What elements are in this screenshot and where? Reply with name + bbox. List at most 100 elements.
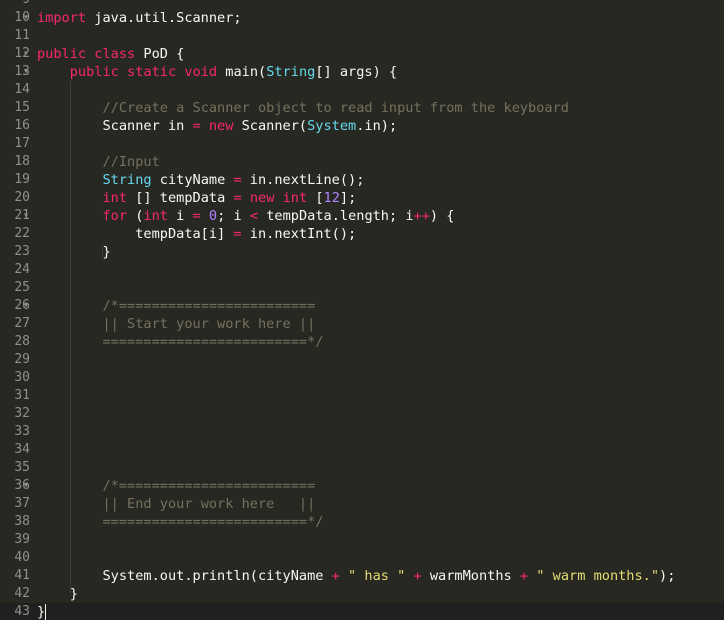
fold-arrow-icon[interactable] <box>21 153 31 171</box>
fold-arrow-icon[interactable] <box>21 189 31 207</box>
fold-arrow-icon[interactable]: ▾ <box>21 207 31 225</box>
code-line[interactable]: 34 <box>0 441 724 459</box>
code-token: main( <box>217 64 267 80</box>
code-text: //Create a Scanner object to read input … <box>37 99 569 117</box>
code-token: warmMonths <box>421 568 520 584</box>
fold-arrow-icon[interactable] <box>21 423 31 441</box>
code-line[interactable]: 9 <box>0 0 724 9</box>
fold-arrow-icon[interactable] <box>21 369 31 387</box>
code-line[interactable]: 30 <box>0 369 724 387</box>
fold-arrow-icon[interactable] <box>21 99 31 117</box>
fold-arrow-icon[interactable]: ▾ <box>21 297 31 315</box>
code-line[interactable]: 41 System.out.println(cityName + " has "… <box>0 567 724 585</box>
fold-arrow-icon[interactable] <box>21 81 31 99</box>
code-line[interactable]: 32 <box>0 405 724 423</box>
code-token: public <box>69 64 119 80</box>
code-token: ; i <box>217 208 250 224</box>
code-line[interactable]: 22 tempData[i] = in.nextInt(); <box>0 225 724 243</box>
code-text: } <box>37 603 47 620</box>
code-line[interactable]: 14 <box>0 81 724 99</box>
fold-arrow-icon[interactable] <box>21 315 31 333</box>
code-line[interactable]: 12 ▾ public class PoD { <box>0 45 724 63</box>
fold-arrow-icon[interactable] <box>21 513 31 531</box>
fold-arrow-icon[interactable] <box>21 279 31 297</box>
code-line[interactable]: 38 =========================*/ <box>0 513 724 531</box>
fold-arrow-icon[interactable]: ▾ <box>21 45 31 63</box>
code-line[interactable]: 39 <box>0 531 724 549</box>
code-token: ); <box>659 568 676 584</box>
code-line[interactable]: 40 <box>0 549 724 567</box>
code-token: new <box>208 118 234 134</box>
code-line[interactable]: 27 || Start your work here || <box>0 315 724 333</box>
fold-arrow-icon[interactable] <box>21 135 31 153</box>
code-token: new <box>249 190 275 206</box>
code-line[interactable]: 16 Scanner in = new Scanner(System.in); <box>0 117 724 135</box>
code-line[interactable]: 13 ▾ public static void main(String[] arg… <box>0 63 724 81</box>
code-line[interactable]: 10 ▾ import java.util.Scanner; <box>0 9 724 27</box>
code-text: /*======================== <box>37 297 315 315</box>
code-token: Scanner in <box>37 118 193 134</box>
fold-arrow-icon[interactable] <box>21 225 31 243</box>
code-token: ) { <box>429 208 455 224</box>
code-line[interactable]: 11 <box>0 27 724 45</box>
code-token: /*======================== <box>102 298 316 314</box>
fold-arrow-icon[interactable]: ▾ <box>21 63 31 81</box>
code-line[interactable]: 19 String cityName = in.nextLine(); <box>0 171 724 189</box>
fold-arrow-icon[interactable] <box>21 117 31 135</box>
code-line[interactable]: 42 } <box>0 585 724 603</box>
code-line[interactable]: 15 //Create a Scanner object to read inp… <box>0 99 724 117</box>
fold-arrow-icon[interactable]: ▾ <box>21 477 31 495</box>
fold-arrow-icon[interactable] <box>21 0 31 9</box>
fold-arrow-icon[interactable] <box>21 459 31 477</box>
code-line[interactable]: 31 <box>0 387 724 405</box>
code-text: Scanner in = new Scanner(System.in); <box>37 117 397 135</box>
fold-arrow-icon[interactable] <box>21 387 31 405</box>
code-text: || Start your work here || <box>37 315 315 333</box>
code-line[interactable]: 28 =========================*/ <box>0 333 724 351</box>
code-token: } <box>37 244 111 260</box>
fold-arrow-icon[interactable] <box>21 333 31 351</box>
code-token: [ <box>307 190 324 206</box>
fold-arrow-icon[interactable] <box>21 351 31 369</box>
code-line[interactable]: 24 <box>0 261 724 279</box>
code-line[interactable]: 23 } <box>0 243 724 261</box>
code-token: " has " <box>348 568 406 584</box>
code-text: } <box>37 243 111 261</box>
code-line[interactable]: 33 <box>0 423 724 441</box>
code-text: } <box>37 585 78 603</box>
fold-arrow-icon[interactable] <box>21 603 31 620</box>
code-token: + <box>519 568 529 584</box>
fold-arrow-icon[interactable] <box>21 243 31 261</box>
code-line[interactable]: 29 <box>0 351 724 369</box>
fold-arrow-icon[interactable] <box>21 567 31 585</box>
fold-arrow-icon[interactable] <box>21 171 31 189</box>
code-line[interactable]: 25 <box>0 279 724 297</box>
code-token: //Create a Scanner object to read input … <box>102 100 569 116</box>
code-token: + <box>331 568 340 584</box>
code-token: cityName <box>151 172 234 188</box>
code-token: [] tempData <box>127 190 234 206</box>
code-line[interactable]: 36 ▾ /*======================== <box>0 477 724 495</box>
code-line[interactable]: 43} <box>0 603 724 620</box>
fold-arrow-icon[interactable] <box>21 585 31 603</box>
code-line[interactable]: 37 || End your work here || <box>0 495 724 513</box>
code-line[interactable]: 20 int [] tempData = new int [12]; <box>0 189 724 207</box>
code-token: public <box>37 46 87 62</box>
code-line[interactable]: 17 <box>0 135 724 153</box>
code-line[interactable]: 18 //Input <box>0 153 724 171</box>
fold-arrow-icon[interactable]: ▾ <box>21 9 31 27</box>
fold-arrow-icon[interactable] <box>21 261 31 279</box>
fold-arrow-icon[interactable] <box>21 441 31 459</box>
fold-arrow-icon[interactable] <box>21 549 31 567</box>
code-token: ]; <box>339 190 357 206</box>
code-line[interactable]: 35 <box>0 459 724 477</box>
code-line[interactable]: 26 ▾ /*======================== <box>0 297 724 315</box>
code-editor[interactable]: 910▾import java.util.Scanner;1112▾public… <box>0 0 724 620</box>
fold-arrow-icon[interactable] <box>21 531 31 549</box>
fold-arrow-icon[interactable] <box>21 27 31 45</box>
code-token: || End your work here || <box>102 496 316 512</box>
fold-arrow-icon[interactable] <box>21 405 31 423</box>
fold-arrow-icon[interactable] <box>21 495 31 513</box>
code-line[interactable]: 21 ▾ for (int i = 0; i < tempData.length;… <box>0 207 724 225</box>
